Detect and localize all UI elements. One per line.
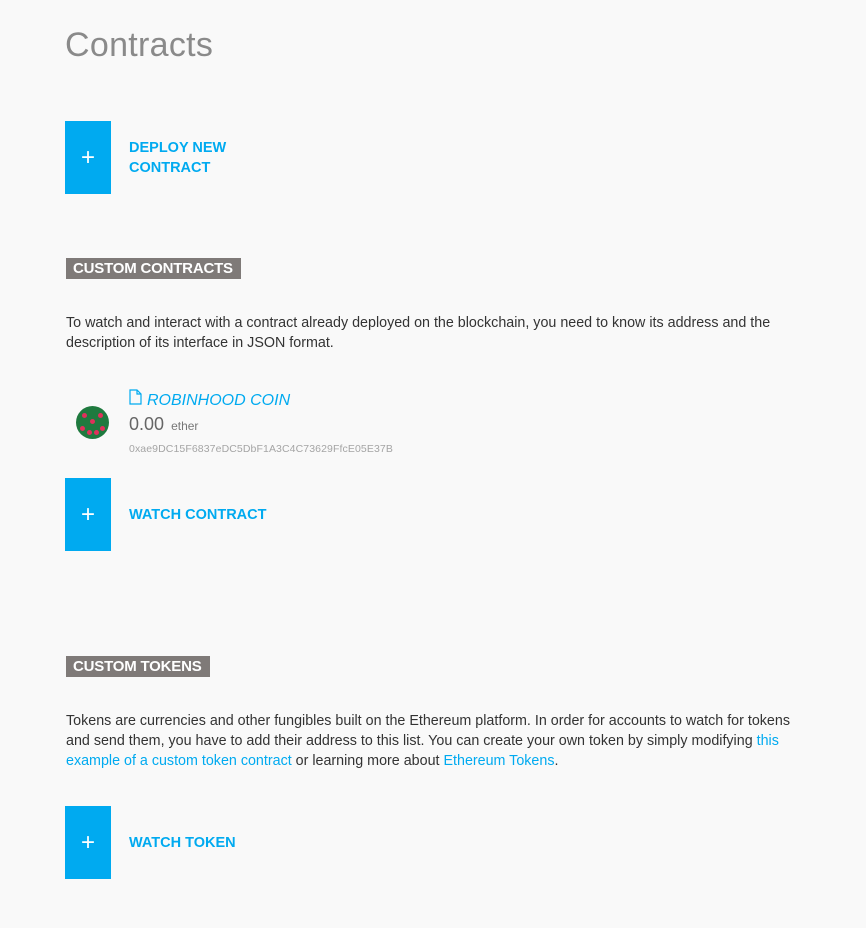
- contract-balance: 0.00 ether: [129, 414, 198, 435]
- plus-icon: +: [65, 121, 111, 194]
- custom-contracts-description: To watch and interact with a contract al…: [66, 315, 771, 351]
- plus-icon: +: [65, 806, 111, 879]
- custom-tokens-text-3: .: [554, 753, 559, 769]
- plus-icon: +: [65, 478, 111, 551]
- contract-list-item[interactable]: ROBINHOOD COIN 0.00 ether 0xae9DC15F6837…: [76, 389, 476, 460]
- deploy-new-contract-button[interactable]: + DEPLOY NEW CONTRACT: [65, 121, 239, 194]
- contract-balance-unit: ether: [171, 419, 199, 433]
- contract-name[interactable]: ROBINHOOD COIN: [129, 389, 291, 410]
- contract-name-label: ROBINHOOD COIN: [147, 391, 291, 409]
- contracts-page: Contracts + DEPLOY NEW CONTRACT CUSTOM C…: [0, 0, 866, 928]
- custom-tokens-text-2: or learning more about: [291, 753, 444, 769]
- custom-contracts-header: CUSTOM CONTRACTS: [66, 258, 241, 279]
- contract-balance-value: 0.00: [129, 414, 165, 434]
- watch-contract-label: WATCH CONTRACT: [129, 506, 267, 523]
- page-title: Contracts: [65, 26, 214, 64]
- watch-token-label: WATCH TOKEN: [129, 834, 236, 851]
- contract-identicon: [76, 406, 109, 439]
- watch-token-button[interactable]: + WATCH TOKEN: [65, 806, 329, 879]
- contract-address: 0xae9DC15F6837eDC5DbF1A3C4C73629FfcE05E3…: [129, 443, 393, 455]
- custom-tokens-header: CUSTOM TOKENS: [66, 656, 210, 677]
- custom-tokens-description: Tokens are currencies and other fungible…: [66, 711, 806, 771]
- custom-tokens-text: Tokens are currencies and other fungible…: [66, 713, 790, 749]
- watch-contract-button[interactable]: + WATCH CONTRACT: [65, 478, 329, 551]
- file-document-icon: [129, 389, 142, 410]
- deploy-new-contract-label: DEPLOY NEW CONTRACT: [129, 139, 227, 176]
- ethereum-tokens-link[interactable]: Ethereum Tokens: [443, 753, 554, 769]
